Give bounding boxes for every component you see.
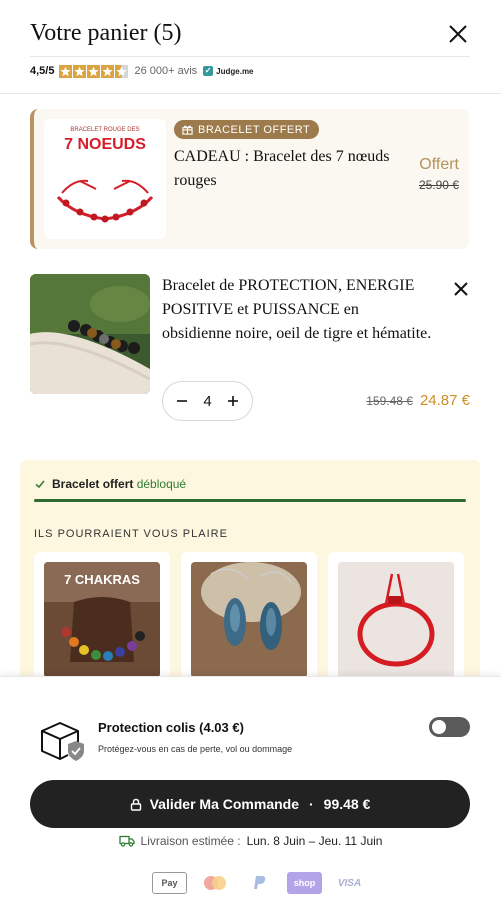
recommended-product[interactable] [181, 552, 317, 692]
protection-toggle[interactable] [429, 717, 470, 737]
check-icon [35, 480, 45, 489]
upsell-panel: Bracelet offert débloqué ILS POURRAIENT … [20, 460, 480, 700]
gift-badge: BRACELET OFFERT [174, 120, 320, 139]
recommended-product[interactable] [328, 552, 464, 692]
judgeme-logo: ✓ Judge.me [203, 66, 254, 76]
judgeme-label: Judge.me [216, 66, 254, 76]
toggle-knob [432, 720, 446, 734]
quantity-value[interactable]: 4 [203, 393, 211, 410]
cart-header: Votre panier (5) 4,5/5 26 000+ avis ✓ Ju… [0, 0, 501, 94]
close-icon[interactable] [446, 22, 470, 46]
quantity-stepper: 4 [162, 381, 253, 421]
rating-row: 4,5/5 26 000+ avis ✓ Judge.me [30, 63, 254, 79]
gift-price-label: Offert [419, 156, 459, 173]
checkout-button[interactable]: Valider Ma Commande · 99.48 € [30, 780, 470, 828]
protection-title: Protection colis (4.03 €) [98, 720, 244, 735]
visa-text: VISA [337, 877, 362, 889]
review-count: 26 000+ avis [134, 65, 198, 77]
gift-icon [182, 125, 193, 135]
gift-product-name: CADEAU : Bracelet des 7 nœuds rouges [174, 148, 390, 189]
unlock-message: Bracelet offert débloqué [34, 477, 186, 491]
unlock-status: débloqué [136, 477, 187, 491]
gift-badge-label: BRACELET OFFERT [198, 123, 311, 136]
upsell-title: ILS POURRAIENT VOUS PLAIRE [34, 528, 228, 540]
gift-product-image: BRACELET ROUGE DES 7 NOEUDS [44, 119, 166, 239]
image-heading: BRACELET ROUGE DES [70, 127, 139, 133]
cart-item-price: 24.87 € [419, 392, 470, 409]
check-icon: ✓ [203, 66, 214, 76]
plus-icon[interactable] [226, 394, 240, 408]
star-icon [73, 64, 87, 78]
star-icon [87, 64, 101, 78]
unlock-bold: Bracelet offert [52, 477, 134, 491]
mastercard-icon [197, 872, 232, 894]
gift-old-price: 25.90 € [418, 178, 459, 192]
recommended-product-image: 7 CHAKRAS [44, 562, 160, 678]
shop-text: shop [293, 878, 316, 888]
cart-title: Votre panier (5) [30, 20, 182, 46]
cart-item-name[interactable]: Bracelet de PROTECTION, ENERGIE POSITIVE… [162, 274, 432, 346]
star-icon [59, 64, 73, 78]
recommended-product-image [338, 562, 454, 678]
gift-item: BRACELET ROUGE DES 7 NOEUDS BRACELET OFF… [30, 109, 469, 249]
recommended-product-image [191, 562, 307, 678]
recommended-product[interactable]: 7 CHAKRAS [34, 552, 170, 692]
half-star-icon [115, 64, 129, 78]
minus-icon[interactable] [175, 394, 189, 408]
delivery-estimate: Livraison estimée : Lun. 8 Juin – Jeu. 1… [0, 834, 501, 848]
checkout-total: 99.48 € [323, 796, 371, 812]
paypal-icon [242, 872, 277, 894]
visa-icon: VISA [332, 872, 367, 894]
shop-pay-icon: shop [287, 872, 322, 894]
truck-icon [118, 835, 135, 847]
delivery-label: Livraison estimée : [140, 834, 241, 848]
rating-score: 4,5/5 [30, 65, 55, 77]
package-shield-icon [40, 719, 86, 763]
cart-footer: Protection colis (4.03 €) Protégez-vous … [0, 676, 501, 910]
gift-progress-bar [34, 499, 466, 502]
lock-icon [130, 798, 141, 811]
star-rating [59, 64, 129, 78]
remove-item-icon[interactable] [452, 280, 470, 298]
protection-subtitle: Protégez-vous en cas de perte, vol ou do… [98, 744, 293, 754]
payment-methods: Pay shop VISA [152, 872, 367, 894]
apple-pay-text: Pay [161, 878, 178, 888]
apple-pay-icon: Pay [152, 872, 187, 894]
header-divider [30, 56, 470, 57]
cart-item-old-price: 159.48 € [366, 394, 413, 408]
image-title: 7 NOEUDS [64, 136, 146, 153]
delivery-dates: Lun. 8 Juin – Jeu. 11 Juin [246, 834, 383, 848]
gift-price: Offert 25.90 € [419, 156, 459, 192]
checkout-separator: · [309, 796, 314, 812]
star-icon [101, 64, 115, 78]
cart-item-prices: 159.48 € 24.87 € [366, 392, 470, 409]
checkout-label: Valider Ma Commande [149, 796, 299, 812]
chakras-label: 7 CHAKRAS [64, 572, 140, 587]
cart-item-image[interactable] [30, 274, 150, 394]
